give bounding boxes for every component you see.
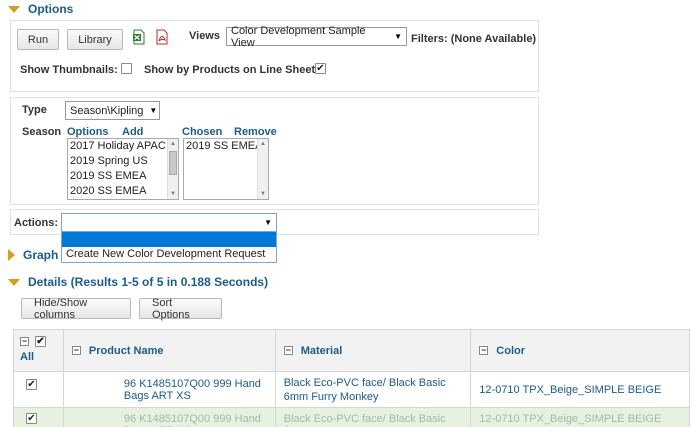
product-name-cell[interactable]: 96 K1485107Q00 999 Hand Bags ART XS <box>62 407 276 427</box>
season-label: Season <box>22 126 62 138</box>
expand-triangle-icon <box>8 249 15 261</box>
show-by-products-label: Show by Products on Line Sheet: <box>144 64 319 76</box>
material-cell[interactable]: Black Eco-PVC face/ Black Basic 6mm Furr… <box>274 371 472 408</box>
season-option[interactable]: 2019 Spring US <box>68 154 178 169</box>
column-header-label: Material <box>300 344 343 357</box>
column-header-label: Product Name <box>88 344 164 357</box>
season-option[interactable]: 2019 SS EMEA <box>68 169 178 184</box>
graph-title: Graph <box>23 248 59 262</box>
scroll-down-arrow-icon[interactable]: ▼ <box>258 189 268 199</box>
collapse-column-icon[interactable]: − <box>71 346 81 356</box>
table-row[interactable]: ✔ 96 K1485107Q00 999 Hand Bags ART XS Bl… <box>13 407 690 427</box>
season-chosen-listbox[interactable]: 2019 SS EMEA ▲ ▼ <box>183 138 269 200</box>
season-option[interactable]: 2020 SS EMEA <box>68 184 178 199</box>
column-header-material[interactable]: − Material <box>274 329 472 372</box>
select-all-header: − ✔ All <box>13 329 64 372</box>
actions-dropdown-menu: Create New Color Development Request <box>61 231 277 263</box>
views-label: Views <box>189 30 220 42</box>
add-link[interactable]: Add <box>122 126 143 138</box>
options-scrollbar[interactable]: ▲ ▼ <box>167 139 178 199</box>
collapse-column-icon[interactable]: − <box>283 346 293 356</box>
all-label: All <box>20 351 35 363</box>
material-cell[interactable]: Black Eco-PVC face/ Black Basic 6mm <box>274 407 472 427</box>
dropdown-arrow-icon: ▼ <box>394 32 402 41</box>
create-color-development-request-item[interactable]: Create New Color Development Request <box>62 247 276 262</box>
actions-menu-blank-item[interactable] <box>62 232 276 247</box>
actions-label: Actions: <box>14 217 58 229</box>
color-cell[interactable]: 12-0710 TPX_Beige_SIMPLE BEIGE <box>470 371 690 408</box>
views-selected-value: Color Development Sample View <box>231 24 366 49</box>
column-header-color[interactable]: − Color <box>470 329 690 372</box>
color-cell[interactable]: 12-0710 TPX_Beige_SIMPLE BEIGE <box>470 407 690 427</box>
remove-link[interactable]: Remove <box>234 126 277 138</box>
row-select-cell: ✔ <box>13 407 64 427</box>
row-select-cell: ✔ <box>13 371 64 408</box>
graph-section-header[interactable]: Graph <box>8 248 58 262</box>
excel-export-icon[interactable] <box>132 29 146 45</box>
row-checkbox[interactable]: ✔ <box>26 413 37 424</box>
show-by-products-checkbox[interactable]: ✔ <box>315 63 326 74</box>
type-select[interactable]: Season\Kipling ▼ <box>65 101 160 120</box>
chosen-scrollbar[interactable]: ▲ ▼ <box>257 139 268 199</box>
options-title: Options <box>28 2 74 16</box>
dropdown-arrow-icon: ▼ <box>149 106 158 115</box>
collapse-triangle-icon <box>8 278 20 286</box>
details-table: − ✔ All − Product Name − Material − Color ✔ … <box>13 329 690 427</box>
run-button[interactable]: Run <box>17 29 59 50</box>
dropdown-arrow-icon: ▼ <box>264 218 272 227</box>
scroll-down-arrow-icon[interactable]: ▼ <box>168 189 178 199</box>
actions-select[interactable]: ▼ <box>61 213 277 232</box>
chosen-list-label: Chosen <box>182 126 223 138</box>
hide-show-columns-button[interactable]: Hide/Show columns <box>21 297 131 321</box>
scroll-up-arrow-icon[interactable]: ▲ <box>258 139 268 149</box>
season-options-listbox[interactable]: 2017 Holiday APAC 2019 Spring US 2019 SS… <box>67 138 179 200</box>
scroll-up-arrow-icon[interactable]: ▲ <box>168 139 178 149</box>
select-all-checkbox[interactable]: ✔ <box>35 335 46 347</box>
column-header-label: Color <box>496 344 526 357</box>
library-button[interactable]: Library <box>67 29 123 50</box>
show-thumbnails-checkbox[interactable] <box>121 63 132 74</box>
season-option[interactable]: 2017 Holiday APAC <box>68 139 178 154</box>
table-header-row: − ✔ All − Product Name − Material − Color <box>13 329 690 372</box>
details-title: Details (Results 1-5 of 5 in 0.188 Secon… <box>28 275 269 289</box>
table-row[interactable]: ✔ 96 K1485107Q00 999 Hand Bags ART XS Bl… <box>13 371 690 408</box>
collapse-triangle-icon <box>8 5 20 13</box>
pdf-export-icon[interactable] <box>155 29 169 45</box>
filters-text: Filters: (None Available) <box>411 33 537 45</box>
collapse-column-icon[interactable]: − <box>20 336 29 346</box>
options-section-header[interactable]: Options <box>8 2 73 16</box>
chosen-option[interactable]: 2019 SS EMEA <box>184 139 268 154</box>
views-select[interactable]: Color Development Sample View ▼ <box>226 24 407 49</box>
options-list-label: Options <box>67 126 109 138</box>
column-header-product-name[interactable]: − Product Name <box>62 329 276 372</box>
row-checkbox[interactable]: ✔ <box>26 379 37 390</box>
scrollbar-thumb[interactable] <box>169 151 177 175</box>
collapse-column-icon[interactable]: − <box>479 346 489 356</box>
show-thumbnails-label: Show Thumbnails: <box>20 64 118 76</box>
sort-options-button[interactable]: Sort Options <box>139 297 222 321</box>
type-label: Type <box>22 104 47 116</box>
details-section-header[interactable]: Details (Results 1-5 of 5 in 0.188 Secon… <box>8 275 268 289</box>
type-selected-value: Season\Kipling <box>70 104 144 117</box>
product-name-cell[interactable]: 96 K1485107Q00 999 Hand Bags ART XS <box>62 371 276 408</box>
